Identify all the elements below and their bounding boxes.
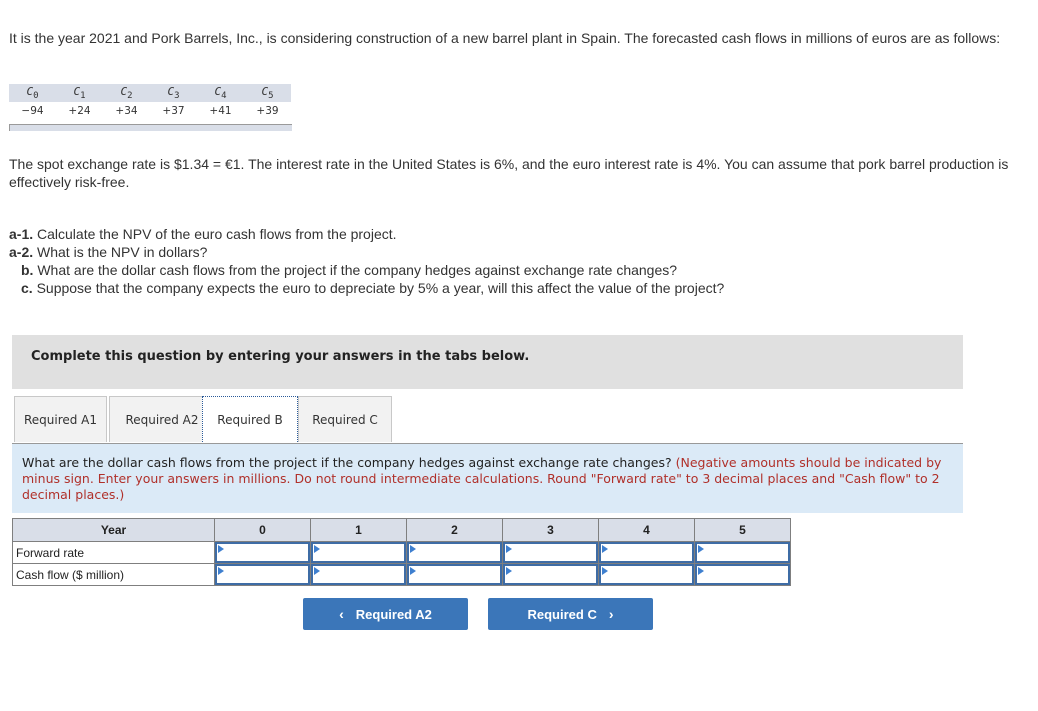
tab-required-c[interactable]: Required C: [298, 396, 392, 442]
previous-tab-button[interactable]: ‹ Required A2: [303, 598, 468, 630]
year-column-header: 3: [502, 518, 599, 542]
cash-flow-header: C3: [150, 84, 197, 102]
cash-flow-input-year-3[interactable]: [503, 564, 598, 585]
question-a1: a-1. Calculate the NPV of the euro cash …: [9, 226, 397, 242]
cash-flow-value: +24: [68, 105, 91, 117]
forward-rate-input-year-4[interactable]: [599, 542, 694, 563]
year-column-header: 0: [214, 518, 311, 542]
year-column-header: 5: [694, 518, 791, 542]
question-prompt: What are the dollar cash flows from the …: [22, 455, 942, 502]
year-column-header: 4: [598, 518, 695, 542]
cash-flow-header: C2: [103, 84, 150, 102]
cash-flow-header-row: C0 C1 C2 C3 C4 C5: [9, 84, 291, 102]
forward-rate-row: Forward rate: [12, 541, 791, 564]
question-c: c. Suppose that the company expects the …: [21, 280, 725, 296]
forward-rate-input-year-5[interactable]: [695, 542, 790, 563]
question-b: b. What are the dollar cash flows from t…: [21, 262, 678, 278]
cash-flow-header: C1: [56, 84, 103, 102]
question-prompt-box: What are the dollar cash flows from the …: [12, 443, 963, 513]
forward-rate-input-year-1[interactable]: [311, 542, 406, 563]
year-column-header: 2: [406, 518, 503, 542]
cash-flow-row: Cash flow ($ million): [12, 563, 791, 586]
tab-required-b[interactable]: Required B: [202, 396, 298, 444]
forward-rate-input-year-2[interactable]: [407, 542, 502, 563]
cash-flow-value-row: −94 +24 +34 +37 +41 +39: [9, 102, 291, 120]
tab-required-a1[interactable]: Required A1: [14, 396, 107, 442]
cash-flow-value: +41: [209, 105, 232, 117]
row-label: Cash flow ($ million): [12, 563, 215, 586]
instruction-text: Complete this question by entering your …: [31, 349, 530, 364]
cash-flow-value: +34: [115, 105, 138, 117]
cash-flow-table-footer: [9, 124, 292, 131]
answer-table: Year 0 1 2 3 4 5 Forward rate Cash flow …: [12, 518, 791, 586]
answer-header-row: Year 0 1 2 3 4 5: [12, 518, 791, 542]
cash-flow-input-year-1[interactable]: [311, 564, 406, 585]
cash-flow-input-year-2[interactable]: [407, 564, 502, 585]
forward-rate-input-year-0[interactable]: [215, 542, 310, 563]
chevron-right-icon: ›: [608, 606, 614, 622]
chevron-left-icon: ‹: [339, 606, 344, 622]
cash-flow-header: C0: [9, 84, 56, 102]
cash-flow-input-year-5[interactable]: [695, 564, 790, 585]
problem-intro: It is the year 2021 and Pork Barrels, In…: [9, 30, 1001, 46]
year-column-header: 1: [310, 518, 407, 542]
cash-flow-header: C5: [244, 84, 291, 102]
previous-tab-label: Required A2: [355, 606, 432, 622]
question-a2: a-2. What is the NPV in dollars?: [9, 244, 208, 260]
cash-flow-input-year-0[interactable]: [215, 564, 310, 585]
cash-flow-input-year-4[interactable]: [599, 564, 694, 585]
year-header: Year: [12, 518, 215, 542]
exchange-rate-text: The spot exchange rate is $1.34 = €1. Th…: [9, 156, 1009, 190]
cash-flow-value: +39: [256, 105, 279, 117]
instruction-banner: Complete this question by entering your …: [12, 335, 963, 389]
next-tab-button[interactable]: Required C ›: [488, 598, 653, 630]
cash-flow-value: +37: [162, 105, 185, 117]
row-label: Forward rate: [12, 541, 215, 564]
cash-flow-value: −94: [21, 105, 44, 117]
tab-required-a2[interactable]: Required A2: [109, 396, 215, 442]
euro-cash-flow-table: C0 C1 C2 C3 C4 C5 −94 +24 +34 +37 +41 +3…: [9, 84, 291, 120]
forward-rate-input-year-3[interactable]: [503, 542, 598, 563]
cash-flow-header: C4: [197, 84, 244, 102]
next-tab-label: Required C: [527, 606, 597, 622]
